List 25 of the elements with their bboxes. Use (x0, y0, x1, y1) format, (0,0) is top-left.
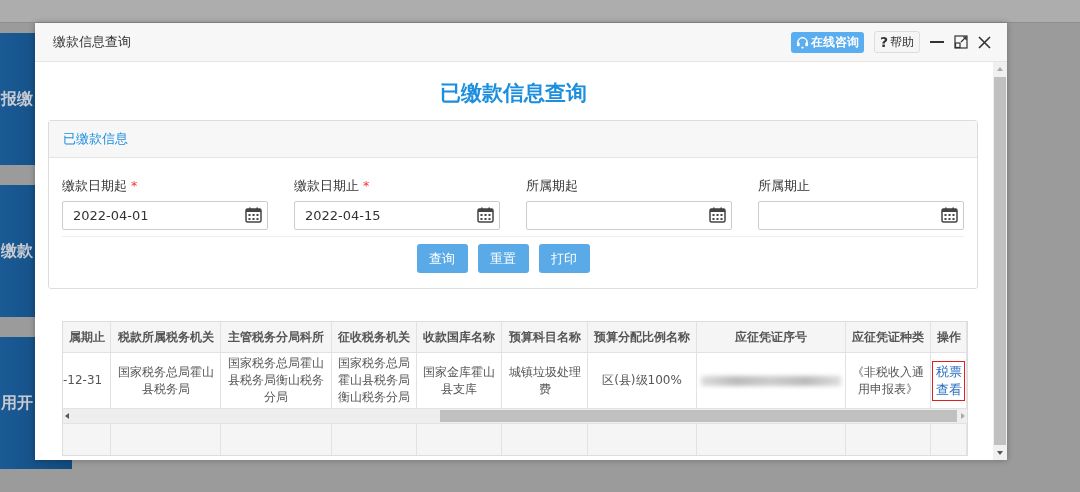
field-label: 所属期起 (526, 178, 578, 195)
column-header: 收款国库名称 (423, 328, 495, 346)
column-header: 操作 (936, 328, 961, 346)
window-title: 缴款信息查询 (53, 33, 131, 51)
column-header: 税款所属税务机关 (117, 328, 214, 346)
field-label: 所属期止 (758, 178, 810, 195)
column-header: 预算科目名称 (508, 328, 581, 346)
table-cell-text: 国家金库霍山县支库 (422, 363, 496, 398)
column-header: 应征凭证种类 (852, 328, 924, 346)
column-header: 属期止 (68, 328, 105, 346)
column-header: 征收税务机关 (338, 328, 410, 346)
table-cell: 区(县)级100% (602, 372, 682, 389)
table-cell-text: 《非税收入通用申报表》 (851, 363, 925, 398)
field-label: 缴款日期起 * (62, 178, 138, 195)
column-header: 应征凭证序号 (735, 328, 807, 346)
table-cell-text: 国家税务总局霍山县税务局 (116, 363, 215, 398)
table-cell: -12-31 (63, 372, 103, 389)
page-heading: 已缴款信息查询 (438, 80, 588, 107)
table-cell-text: 国家税务总局霍山县税务局衡山税务分局 (337, 355, 411, 406)
field-label: 缴款日期止 * (294, 178, 370, 195)
panel-title: 已缴款信息 (63, 130, 128, 148)
table-cell-text: 国家税务总局霍山县税务局衡山税务分局 (227, 355, 325, 406)
column-header: 预算分配比例名称 (594, 328, 690, 346)
table-cell-text: 城镇垃圾处理费 (507, 363, 582, 398)
column-header: 主管税务分局科所 (228, 328, 324, 346)
